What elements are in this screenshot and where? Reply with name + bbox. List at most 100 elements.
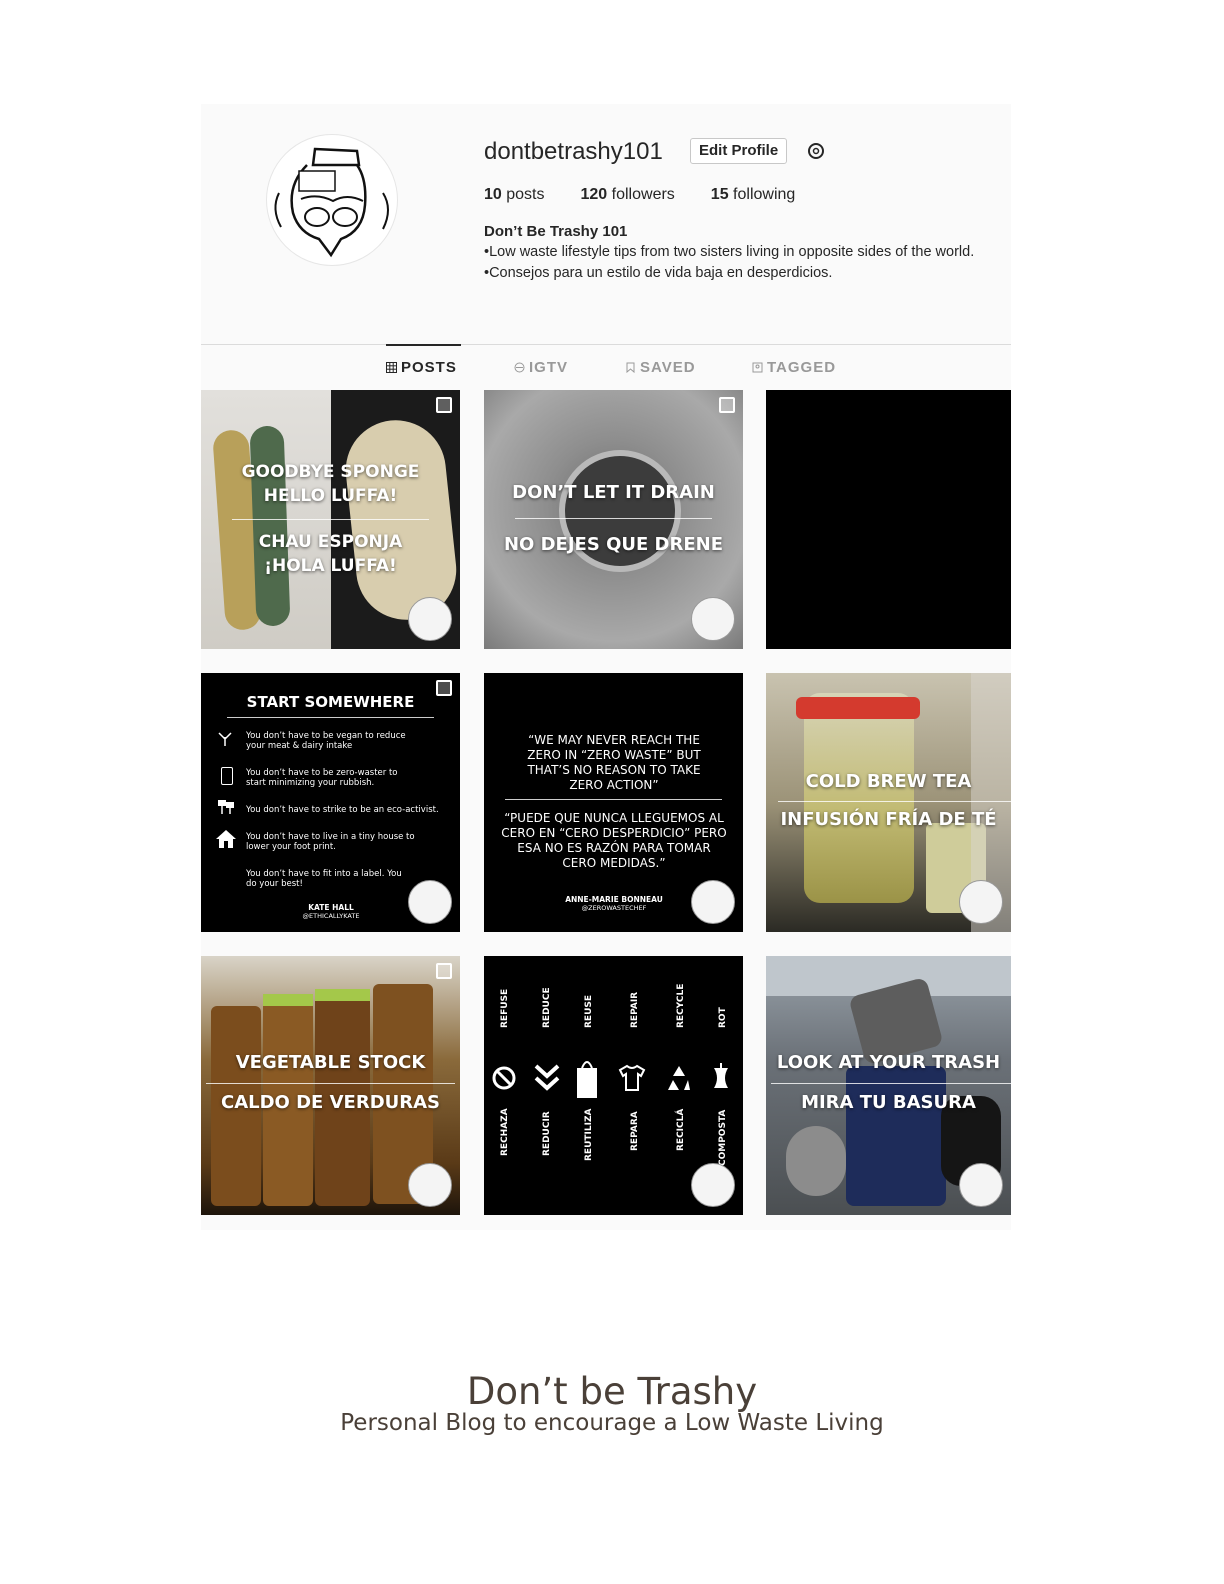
- word-top-5: RECYCLE: [676, 983, 686, 1028]
- tab-igtv[interactable]: IGTV: [514, 359, 568, 376]
- post7-rule: [206, 1083, 455, 1084]
- post1-line3: CHAU ESPONJA: [258, 532, 403, 552]
- stat-posts-count: 10: [484, 186, 502, 203]
- word-top-4: REPAIR: [630, 991, 640, 1028]
- post4-handle: @ETHICALLYKATE: [302, 912, 360, 920]
- tab-tagged-label: TAGGED: [767, 359, 837, 376]
- word-top-2: REDUCE: [542, 987, 552, 1028]
- stat-posts: 10 posts: [484, 186, 545, 204]
- stat-following[interactable]: 15 following: [711, 186, 796, 204]
- brand-logo-icon: [959, 1163, 1003, 1207]
- word-bottom-1: RECHAZA: [500, 1108, 510, 1156]
- refuse-icon: [492, 1066, 516, 1090]
- tab-posts[interactable]: POSTS: [386, 359, 457, 376]
- post4-rule: [226, 717, 435, 718]
- stat-followers-count: 120: [580, 186, 608, 203]
- post-dont-let-it-drain[interactable]: DON’T LET IT DRAIN NO DEJES QUE DRENE: [484, 390, 743, 649]
- post-vegetable-stock[interactable]: VEGETABLE STOCK CALDO DE VERDURAS: [201, 956, 460, 1215]
- profile-username: dontbetrashy101: [484, 138, 663, 165]
- tab-tagged[interactable]: TAGGED: [752, 359, 836, 376]
- post5-quote-en: “WE MAY NEVER REACH THE ZERO IN “ZERO WA…: [527, 733, 701, 792]
- post4-item-2: You don’t have to be zero-waster to star…: [246, 768, 398, 788]
- protest-icon: [217, 799, 235, 815]
- repair-shirt-icon: [618, 1064, 646, 1094]
- post1-line1: GOODBYE SPONGE: [241, 462, 420, 482]
- brand-logo-icon: [691, 1163, 735, 1207]
- bookmark-icon: [626, 362, 635, 373]
- carousel-icon: [436, 963, 452, 979]
- post5-rule: [504, 799, 723, 800]
- profile-bio: Don’t Be Trashy 101 •Low waste lifestyle…: [484, 221, 1009, 284]
- post-start-somewhere[interactable]: START SOMEWHERE You don’t have to be veg…: [201, 673, 460, 932]
- post6-rule: [778, 801, 1011, 802]
- carousel-icon: [719, 397, 735, 413]
- post-refuse-reduce-reuse[interactable]: REFUSE REDUCE REUSE REPAIR RECYCLE ROT R…: [484, 956, 743, 1215]
- post4-item-5: You don’t have to fit into a label. You …: [246, 869, 402, 889]
- house-icon: [215, 829, 237, 849]
- post2-line2: NO DEJES QUE DRENE: [503, 534, 724, 555]
- post6-line2: INFUSIÓN FRÍA DE TÉ: [780, 809, 997, 830]
- grid-icon: [386, 362, 397, 373]
- post9-rule: [770, 1083, 1011, 1084]
- reduce-icon: [534, 1064, 560, 1092]
- post-quote[interactable]: “WE MAY NEVER REACH THE ZERO IN “ZERO WA…: [484, 673, 743, 932]
- brand-logo-icon: [408, 1163, 452, 1207]
- caption-subtitle: Personal Blog to encourage a Low Waste L…: [340, 1410, 884, 1436]
- tab-posts-label: POSTS: [401, 359, 457, 376]
- post4-item-1: You don’t have to be vegan to reduce you…: [246, 731, 406, 751]
- caption-title: Don’t be Trashy: [466, 1370, 758, 1413]
- stat-posts-label: posts: [506, 186, 545, 203]
- post1-line2: HELLO LUFFA!: [263, 486, 398, 506]
- post7-line1: VEGETABLE STOCK: [235, 1052, 426, 1073]
- word-top-6: ROT: [718, 1007, 728, 1028]
- post5-author: ANNE-MARIE BONNEAU: [565, 895, 663, 904]
- post4-item-3: You don’t have to strike to be an eco-ac…: [246, 805, 439, 815]
- profile-stats: 10 posts 120 followers 15 following: [484, 186, 831, 204]
- carousel-icon: [436, 397, 452, 413]
- post5-handle: @ZEROWASTECHEF: [581, 904, 647, 912]
- instagram-profile-screenshot: dontbetrashy101 Edit Profile 10 posts 12…: [201, 104, 1011, 1230]
- post-black[interactable]: [766, 390, 1011, 649]
- brand-logo-icon: [408, 597, 452, 641]
- word-bottom-4: REPARA: [630, 1111, 640, 1151]
- post-look-at-your-trash[interactable]: LOOK AT YOUR TRASH MIRA TU BASURA: [766, 956, 1011, 1215]
- post4-author: KATE HALL: [308, 903, 354, 912]
- tab-igtv-label: IGTV: [529, 359, 569, 376]
- stat-following-label: following: [733, 186, 796, 203]
- bio-name: Don’t Be Trashy 101: [484, 223, 628, 240]
- post4-item-4: You don’t have to live in a tiny house t…: [246, 832, 415, 852]
- post2-rule: [515, 518, 712, 519]
- jar-icon: [221, 767, 233, 785]
- word-bottom-3: REUTILIZA: [584, 1108, 594, 1161]
- brand-logo-icon: [691, 597, 735, 641]
- post9-line2: MIRA TU BASURA: [801, 1092, 976, 1113]
- apple-core-icon: [712, 1062, 730, 1094]
- post5-quote-es: “PUEDE QUE NUNCA LLEGUEMOS AL CERO EN “C…: [501, 811, 727, 870]
- brand-logo-icon: [691, 880, 735, 924]
- edit-profile-button[interactable]: Edit Profile: [690, 138, 788, 164]
- sprout-icon: [217, 731, 233, 747]
- stat-following-count: 15: [710, 186, 729, 203]
- tag-icon: [752, 362, 763, 373]
- recycle-icon: [664, 1064, 694, 1092]
- stat-followers[interactable]: 120 followers: [581, 186, 675, 204]
- post6-line1: COLD BREW TEA: [805, 771, 972, 792]
- post-cold-brew-tea[interactable]: COLD BREW TEA INFUSIÓN FRÍA DE TÉ: [766, 673, 1011, 932]
- word-bottom-6: COMPOSTA: [718, 1109, 728, 1166]
- post1-line4: ¡HOLA LUFFA!: [264, 556, 397, 576]
- bio-line-2: •Consejos para un estilo de vida baja en…: [484, 265, 833, 281]
- word-top-3: REUSE: [584, 994, 594, 1028]
- tv-icon: [514, 362, 525, 373]
- profile-avatar[interactable]: [266, 134, 398, 266]
- profile-tabs: POSTS IGTV SAVED TAGGED: [201, 344, 1011, 389]
- post1-rule: [232, 519, 429, 520]
- settings-gear-icon[interactable]: [806, 141, 826, 161]
- post2-line1: DON’T LET IT DRAIN: [512, 482, 715, 503]
- post-goodbye-sponge[interactable]: GOODBYE SPONGE HELLO LUFFA! CHAU ESPONJA…: [201, 390, 460, 649]
- tote-bag-icon: [576, 1056, 598, 1100]
- post9-line1: LOOK AT YOUR TRASH: [776, 1052, 1001, 1073]
- tab-saved[interactable]: SAVED: [625, 359, 696, 376]
- word-bottom-2: REDUCIR: [542, 1111, 552, 1156]
- brand-logo-icon: [408, 880, 452, 924]
- avatar-drawing: [274, 147, 389, 258]
